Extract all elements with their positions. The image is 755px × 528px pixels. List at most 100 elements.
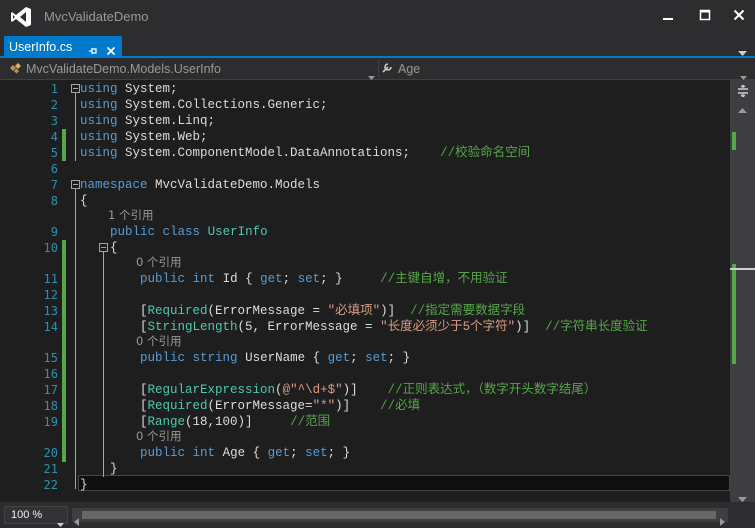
line-number: 16 bbox=[43, 367, 58, 381]
code-line[interactable]: public int Id { get; set; } //主键自增，不用验证 bbox=[80, 271, 508, 287]
code-line[interactable]: using System.Web; bbox=[80, 129, 208, 145]
current-line-highlight bbox=[78, 475, 730, 491]
code-editor[interactable]: 1 using System; 2 using System.Collections.… bbox=[0, 80, 730, 502]
code-line[interactable]: } bbox=[80, 477, 88, 493]
code-token: using bbox=[80, 146, 118, 160]
type-selector-label: MvcValidateDemo.Models.UserInfo bbox=[26, 62, 221, 76]
tab-label: UserInfo.cs bbox=[9, 40, 73, 54]
line-number: 4 bbox=[50, 130, 58, 144]
code-line[interactable]: public string UserName { get; set; } bbox=[80, 350, 410, 366]
code-token: (5, ErrorMessage = bbox=[237, 320, 381, 334]
code-line[interactable]: using System; bbox=[80, 81, 178, 97]
codelens-reference-count[interactable]: 0 个引用 bbox=[136, 255, 181, 270]
code-token: namespace bbox=[80, 178, 148, 192]
code-token: System.Linq; bbox=[117, 114, 216, 128]
type-selector-dropdown[interactable]: MvcValidateDemo.Models.UserInfo bbox=[8, 60, 378, 80]
class-icon bbox=[8, 60, 22, 79]
line-number: 15 bbox=[43, 351, 58, 365]
minimize-button[interactable] bbox=[655, 4, 681, 26]
vertical-scrollbar[interactable] bbox=[730, 80, 755, 502]
tab-userinfo-cs[interactable]: UserInfo.cs bbox=[4, 36, 122, 58]
code-token: } bbox=[80, 478, 88, 492]
close-window-button[interactable] bbox=[726, 4, 752, 26]
property-wrench-icon bbox=[380, 60, 394, 79]
code-token: get bbox=[267, 446, 291, 460]
code-token: )] bbox=[515, 320, 546, 334]
code-token: ( bbox=[275, 383, 283, 397]
code-token: UserName { bbox=[237, 351, 328, 365]
code-token: )] bbox=[342, 383, 388, 397]
code-line[interactable]: using System.Linq; bbox=[80, 113, 215, 129]
code-token: "*" bbox=[312, 399, 336, 413]
code-token: "长度必须少于5个字符" bbox=[380, 320, 516, 334]
code-token: Age { bbox=[215, 446, 268, 460]
code-line[interactable]: using System.ComponentModel.DataAnnotati… bbox=[80, 145, 530, 161]
codelens-reference-count[interactable]: 1 个引用 bbox=[108, 208, 153, 223]
code-token: ; } bbox=[387, 351, 411, 365]
code-line[interactable]: public int Age { get; set; } bbox=[80, 445, 350, 461]
code-line[interactable]: } bbox=[80, 461, 118, 477]
minimize-icon bbox=[663, 18, 673, 20]
change-marker bbox=[732, 132, 736, 150]
collapse-region-icon[interactable] bbox=[71, 84, 80, 93]
code-token: //指定需要数据字段 bbox=[410, 304, 526, 318]
maximize-button[interactable] bbox=[692, 4, 718, 26]
code-token: Range bbox=[147, 415, 186, 429]
code-token: } bbox=[80, 462, 118, 476]
scroll-left-icon[interactable] bbox=[74, 511, 79, 528]
horizontal-scrollbar[interactable] bbox=[72, 508, 728, 526]
code-token: [ bbox=[80, 320, 148, 334]
code-line[interactable]: using System.Collections.Generic; bbox=[80, 97, 328, 113]
code-token: { bbox=[80, 194, 88, 208]
editor-bottom-bar: 100 % bbox=[0, 502, 755, 528]
code-token: @"^\d+$" bbox=[282, 383, 343, 397]
collapse-region-icon[interactable] bbox=[99, 243, 108, 252]
code-line[interactable]: [RegularExpression(@"^\d+$")] //正则表达式，（数… bbox=[80, 382, 596, 398]
code-token: ; bbox=[290, 446, 306, 460]
scroll-up-icon[interactable] bbox=[738, 98, 747, 117]
code-token: set bbox=[365, 351, 388, 365]
code-token: Required bbox=[147, 399, 208, 413]
code-token: get bbox=[327, 351, 351, 365]
code-token: using bbox=[80, 130, 118, 144]
scroll-right-icon[interactable] bbox=[720, 511, 725, 528]
code-token: get bbox=[260, 272, 283, 286]
codelens-reference-count[interactable]: 0 个引用 bbox=[136, 334, 181, 349]
code-token: Id { bbox=[215, 272, 261, 286]
horizontal-scroll-thumb[interactable] bbox=[82, 511, 716, 519]
code-line[interactable]: namespace MvcValidateDemo.Models bbox=[80, 177, 320, 193]
code-token: set bbox=[305, 446, 328, 460]
codelens-reference-count[interactable]: 0 个引用 bbox=[136, 429, 181, 444]
line-number: 6 bbox=[50, 162, 58, 176]
code-line[interactable]: [StringLength(5, ErrorMessage = "长度必须少于5… bbox=[80, 319, 648, 335]
code-line[interactable]: [Range(18,100)] //范围 bbox=[80, 414, 330, 430]
code-token: ; } bbox=[320, 272, 381, 286]
code-line[interactable]: public class UserInfo bbox=[80, 224, 268, 240]
code-token: Required bbox=[147, 304, 208, 318]
navbar-divider bbox=[378, 60, 379, 78]
member-selector-dropdown[interactable]: Age bbox=[380, 60, 740, 78]
member-selector-label: Age bbox=[398, 62, 421, 76]
line-number: 18 bbox=[43, 399, 58, 413]
line-number: 11 bbox=[43, 272, 58, 286]
code-line[interactable]: [Required(ErrorMessage="*")] //必填 bbox=[80, 398, 420, 414]
code-token: class bbox=[162, 225, 201, 239]
code-token: )] bbox=[380, 304, 411, 318]
outline-guide-line bbox=[75, 189, 76, 489]
window-title: MvcValidateDemo bbox=[44, 9, 149, 24]
code-token: (ErrorMessage= bbox=[207, 399, 313, 413]
line-number: 20 bbox=[43, 446, 58, 460]
collapse-region-icon[interactable] bbox=[71, 180, 80, 189]
code-token: MvcValidateDemo.Models bbox=[147, 178, 321, 192]
zoom-dropdown[interactable]: 100 % bbox=[4, 506, 68, 527]
code-token: public bbox=[110, 225, 156, 239]
code-line[interactable]: { bbox=[80, 193, 88, 209]
code-token: System.ComponentModel.DataAnnotations; bbox=[117, 146, 441, 160]
code-line[interactable]: [Required(ErrorMessage = "必填项")] //指定需要数… bbox=[80, 303, 525, 319]
